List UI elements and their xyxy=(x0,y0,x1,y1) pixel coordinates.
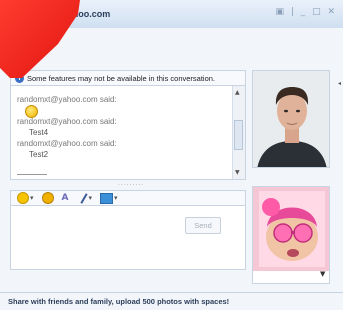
message-sender: randomxt@yahoo.com said: xyxy=(17,117,117,126)
chevron-down-icon: ▾ xyxy=(88,194,93,202)
format-toolbar: ▾ A ▾ ▾ xyxy=(10,190,246,206)
font-button[interactable]: A xyxy=(62,193,72,203)
font-icon: A xyxy=(61,193,69,203)
message-input[interactable] xyxy=(10,206,246,270)
notice-bar: i Some features may not be available in … xyxy=(10,70,246,86)
window-controls[interactable]: ▣ | _ □ ✕ xyxy=(275,7,337,17)
photo-icon xyxy=(100,192,114,204)
chevron-down-icon: ▾ xyxy=(30,194,34,202)
promo-banner[interactable]: Share with friends and family, upload 50… xyxy=(0,292,343,310)
my-avatar[interactable] xyxy=(252,186,330,284)
log-divider xyxy=(17,174,47,175)
message-sender: randomxt@yahoo.com said: xyxy=(17,139,117,148)
my-photo xyxy=(253,187,329,271)
message-emoticon xyxy=(17,105,227,118)
message-sender: randomxt@yahoo.com said: xyxy=(17,95,117,104)
side-panel-handle-icon[interactable]: ◂ xyxy=(338,80,341,87)
emoticons-button[interactable]: ▾ xyxy=(17,192,34,204)
emoticon-icon xyxy=(17,192,29,204)
notice-text: Some features may not be available in th… xyxy=(27,73,216,83)
contact-avatar[interactable] xyxy=(252,70,330,168)
conversation-log[interactable]: randomxt@yahoo.com said: randomxt@yahoo.… xyxy=(10,86,246,180)
contact-photo xyxy=(253,71,329,167)
avatar-menu-chevron-icon[interactable]: ▼ xyxy=(320,270,325,278)
scroll-down-icon[interactable]: ▼ xyxy=(235,169,240,176)
scroll-thumb[interactable] xyxy=(234,120,243,150)
audibles-button[interactable] xyxy=(41,192,54,204)
pen-icon xyxy=(79,192,88,204)
message-body: Test2 xyxy=(29,150,49,159)
pen-button[interactable]: ▾ xyxy=(79,192,93,204)
scroll-up-icon[interactable]: ▲ xyxy=(235,89,240,96)
audible-icon xyxy=(41,192,54,204)
log-scrollbar[interactable]: ▲ ▼ xyxy=(232,86,245,179)
pane-splitter[interactable]: ········· xyxy=(118,182,144,189)
message-body: Test4 xyxy=(29,128,49,137)
message-list: randomxt@yahoo.com said: randomxt@yahoo.… xyxy=(17,94,227,160)
send-button[interactable]: Send xyxy=(185,217,221,234)
photos-button[interactable]: ▾ xyxy=(100,192,118,204)
chevron-down-icon: ▾ xyxy=(114,194,118,202)
